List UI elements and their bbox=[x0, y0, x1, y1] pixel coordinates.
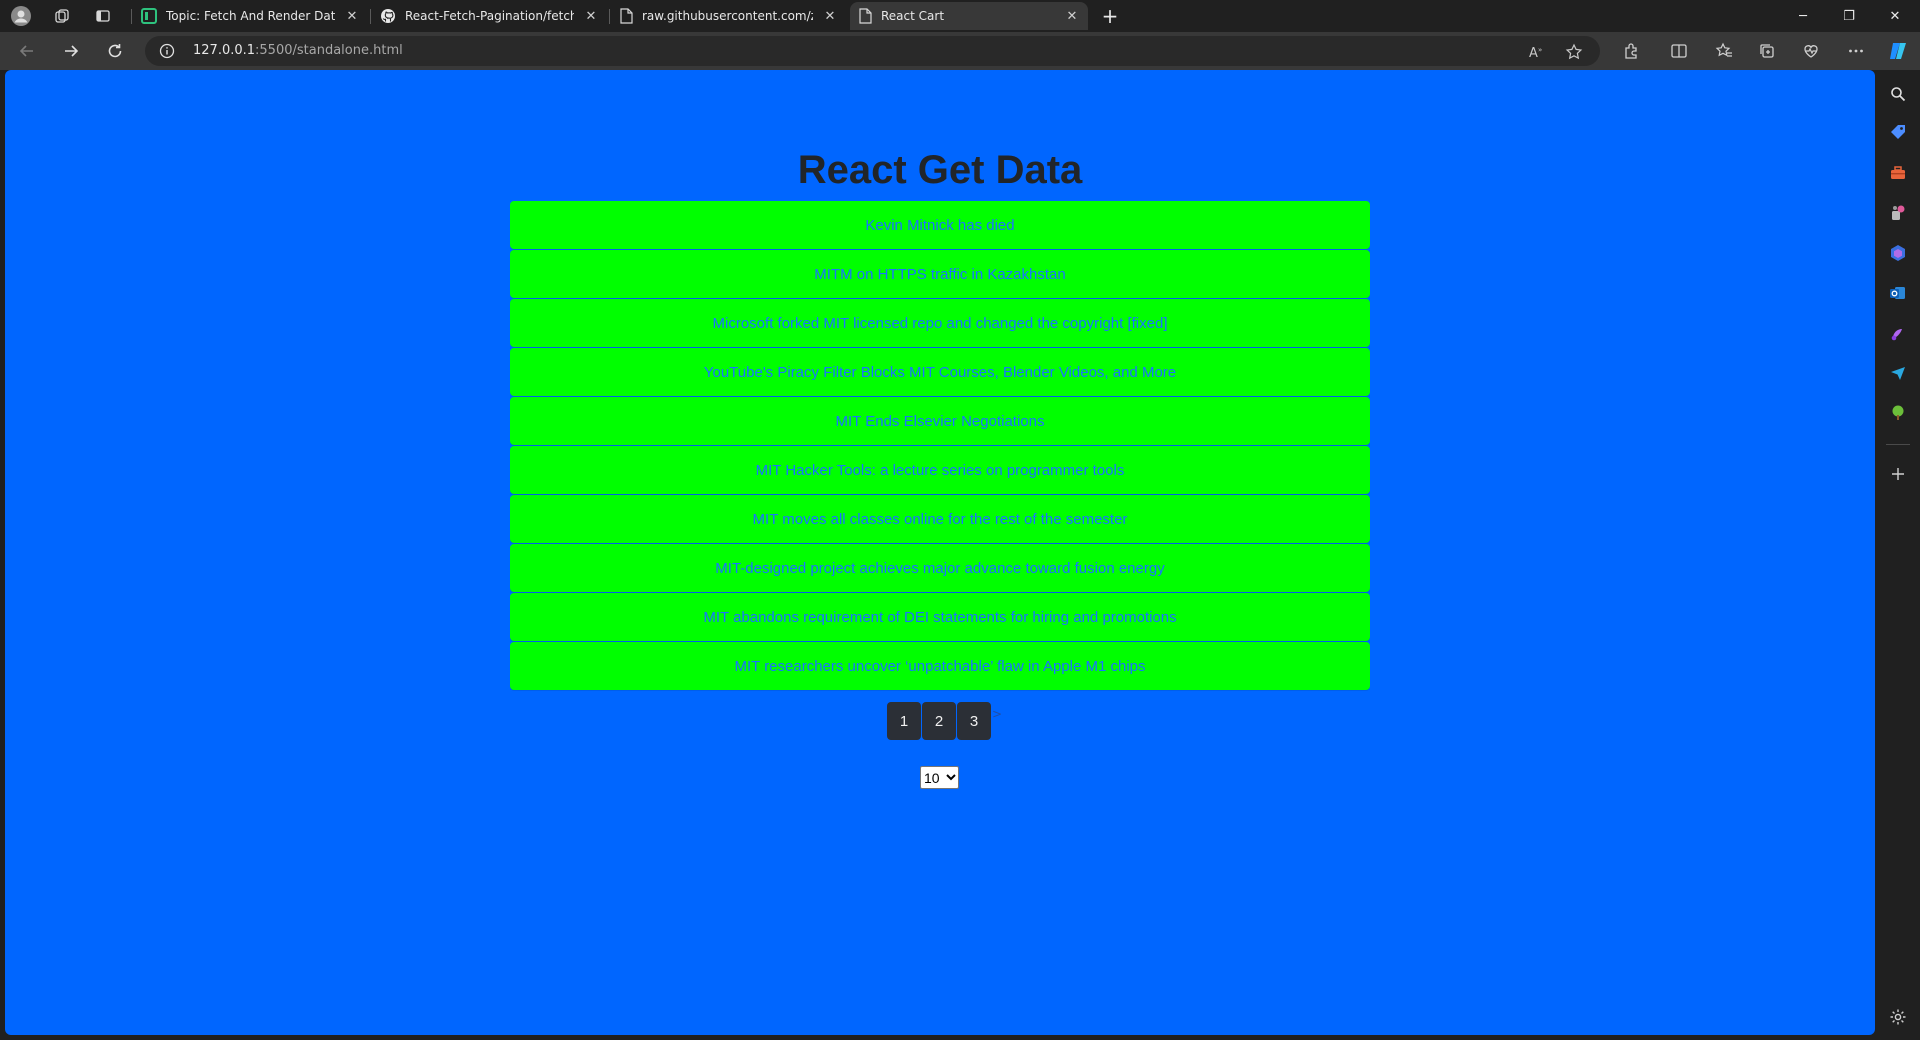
forum-icon bbox=[141, 8, 157, 24]
collections-icon[interactable] bbox=[1755, 39, 1779, 63]
settings-icon[interactable] bbox=[1886, 1005, 1910, 1029]
back-arrow-icon bbox=[19, 45, 33, 57]
refresh-button[interactable] bbox=[101, 37, 129, 65]
items-per-page-value: 10 bbox=[924, 769, 940, 786]
profile-avatar-icon[interactable] bbox=[9, 4, 33, 28]
url-text[interactable]: 127.0.0.1:5500/standalone.html bbox=[193, 43, 403, 58]
list-item[interactable]: YouTube's Piracy Filter Blocks MIT Cours… bbox=[510, 348, 1370, 396]
forward-button[interactable] bbox=[57, 37, 85, 65]
page-button-2[interactable]: 2 bbox=[922, 702, 956, 740]
page-title: React Get Data bbox=[797, 148, 1083, 192]
tab-close-icon[interactable]: ✕ bbox=[1064, 9, 1080, 24]
add-icon[interactable] bbox=[1886, 462, 1910, 486]
toolbox-icon[interactable] bbox=[1886, 161, 1910, 185]
pagination: 1 2 3 bbox=[887, 702, 992, 740]
list-item[interactable]: MIT abandons requirement of DEI statemen… bbox=[510, 593, 1370, 641]
url-path: :5500/standalone.html bbox=[255, 43, 403, 58]
tab-strip: Topic: Fetch And Render Data Co ✕ React-… bbox=[0, 0, 1920, 32]
split-screen-icon[interactable] bbox=[1667, 39, 1691, 63]
search-icon[interactable] bbox=[1886, 82, 1910, 106]
tab-separator bbox=[609, 9, 610, 24]
read-aloud-icon[interactable]: A» bbox=[1528, 43, 1546, 61]
list-item[interactable]: MIT-designed project achieves major adva… bbox=[510, 544, 1370, 592]
tab-label: raw.githubusercontent.com/zor bbox=[642, 9, 813, 23]
close-window-button[interactable]: ✕ bbox=[1872, 0, 1918, 32]
svg-text:»: » bbox=[1538, 46, 1542, 54]
page-viewport: React Get Data Kevin Mitnick has died MI… bbox=[5, 70, 1875, 1035]
site-info-icon[interactable] bbox=[159, 43, 175, 59]
page-button-3[interactable]: 3 bbox=[957, 702, 991, 740]
tab-close-icon[interactable]: ✕ bbox=[344, 9, 360, 24]
favorites-icon[interactable] bbox=[1712, 39, 1736, 63]
list-item[interactable]: MIT Ends Elsevier Negotiations bbox=[510, 397, 1370, 445]
creative-icon[interactable] bbox=[1886, 321, 1910, 345]
back-button[interactable] bbox=[13, 37, 41, 65]
tab-label: React Cart bbox=[881, 9, 945, 23]
browser-toolbar: 127.0.0.1:5500/standalone.html A» bbox=[0, 32, 1920, 70]
items-per-page-select[interactable]: 10 bbox=[920, 766, 959, 789]
list-item[interactable]: MITM on HTTPS traffic in Kazakhstan bbox=[510, 250, 1370, 298]
list-item[interactable]: MIT researchers uncover ‘unpatchable’ fl… bbox=[510, 642, 1370, 690]
tab-separator bbox=[131, 9, 132, 24]
games-icon[interactable] bbox=[1886, 201, 1910, 225]
tab-react-cart[interactable]: React Cart ✕ bbox=[850, 2, 1088, 30]
tab-raw-githubusercontent[interactable]: raw.githubusercontent.com/zor ✕ bbox=[611, 2, 846, 30]
extensions-icon[interactable] bbox=[1619, 39, 1643, 63]
address-bar[interactable]: 127.0.0.1:5500/standalone.html A» bbox=[145, 36, 1600, 66]
list-item[interactable]: Microsoft forked MIT licensed repo and c… bbox=[510, 299, 1370, 347]
tab-github-fetchdata[interactable]: React-Fetch-Pagination/fetchDa ✕ bbox=[372, 2, 607, 30]
favorite-star-icon[interactable] bbox=[1565, 43, 1583, 61]
document-icon bbox=[620, 8, 633, 24]
tag-icon[interactable] bbox=[1886, 120, 1910, 144]
workspaces-icon[interactable] bbox=[50, 4, 74, 28]
github-icon bbox=[381, 9, 395, 23]
tab-label: Topic: Fetch And Render Data Co bbox=[166, 9, 335, 23]
sidebar-divider bbox=[1886, 444, 1910, 445]
more-options-icon[interactable] bbox=[1844, 39, 1868, 63]
forward-arrow-icon bbox=[65, 45, 79, 57]
page-button-1[interactable]: 1 bbox=[887, 702, 921, 740]
refresh-icon bbox=[108, 44, 122, 58]
edge-sidebar bbox=[1876, 70, 1920, 1040]
list-item[interactable]: MIT Hacker Tools: a lecture series on pr… bbox=[510, 446, 1370, 494]
list-item[interactable]: Kevin Mitnick has died bbox=[510, 201, 1370, 249]
send-icon[interactable] bbox=[1886, 361, 1910, 385]
copilot-icon[interactable] bbox=[1886, 241, 1910, 265]
tree-icon[interactable] bbox=[1886, 401, 1910, 425]
document-icon bbox=[859, 8, 872, 24]
tab-close-icon[interactable]: ✕ bbox=[583, 9, 599, 24]
pagination-next-glyph[interactable]: > bbox=[992, 707, 1002, 721]
url-host: 127.0.0.1 bbox=[193, 43, 256, 58]
tab-label: React-Fetch-Pagination/fetchDa bbox=[405, 9, 574, 23]
chevron-down-icon bbox=[946, 774, 956, 781]
browser-essentials-icon[interactable] bbox=[1799, 39, 1823, 63]
tab-close-icon[interactable]: ✕ bbox=[822, 9, 838, 24]
news-list: Kevin Mitnick has died MITM on HTTPS tra… bbox=[510, 201, 1370, 691]
restore-button[interactable]: ❐ bbox=[1826, 0, 1872, 32]
list-item[interactable]: MIT moves all classes online for the res… bbox=[510, 495, 1370, 543]
outlook-icon[interactable] bbox=[1886, 281, 1910, 305]
tab-fetch-render[interactable]: Topic: Fetch And Render Data Co ✕ bbox=[133, 2, 368, 30]
copilot-icon[interactable] bbox=[1886, 39, 1910, 63]
svg-text:A: A bbox=[1529, 46, 1538, 59]
tab-actions-icon[interactable] bbox=[91, 4, 115, 28]
tab-separator bbox=[370, 9, 371, 24]
minimize-button[interactable]: ─ bbox=[1780, 0, 1826, 32]
new-tab-button[interactable]: + bbox=[1097, 3, 1123, 29]
